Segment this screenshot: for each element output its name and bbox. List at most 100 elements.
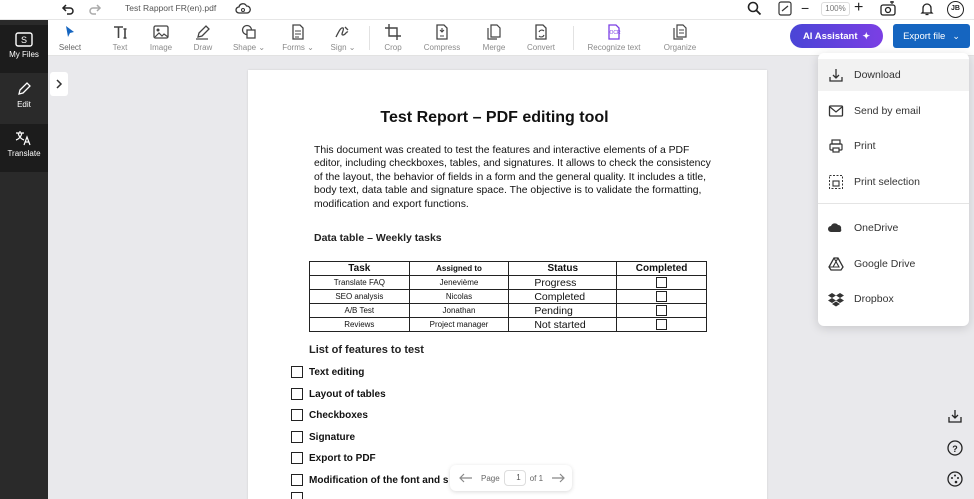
- feature-item[interactable]: Signature: [291, 430, 355, 444]
- feature-checkbox[interactable]: [291, 388, 303, 400]
- files-icon: S: [15, 32, 33, 47]
- menu-item-send-email[interactable]: Send by email: [818, 95, 969, 127]
- feature-checkbox[interactable]: [291, 474, 303, 486]
- tool-convert[interactable]: Convert: [522, 20, 560, 56]
- expand-panel-button[interactable]: [50, 72, 68, 96]
- pdf-page[interactable]: Test Report – PDF editing tool This docu…: [248, 70, 767, 499]
- menu-button[interactable]: [15, 2, 31, 21]
- document-body[interactable]: This document was created to test the fe…: [314, 144, 714, 211]
- task-cell: Reviews: [309, 317, 410, 332]
- undo-icon: [61, 4, 74, 15]
- search-button[interactable]: [747, 1, 762, 21]
- menu-item-print-selection[interactable]: Print selection: [818, 166, 969, 198]
- menu-item-print[interactable]: Print: [818, 130, 969, 162]
- completed-checkbox[interactable]: [656, 277, 668, 288]
- feature-item[interactable]: Export to PDF: [291, 451, 376, 465]
- cloud-sync-button[interactable]: [235, 2, 251, 21]
- feature-checkbox[interactable]: [291, 431, 303, 443]
- menu-item-label: Print selection: [854, 176, 920, 188]
- zoom-out-button[interactable]: −: [801, 0, 809, 16]
- completed-checkbox[interactable]: [656, 319, 668, 330]
- tool-compress[interactable]: Compress: [420, 20, 464, 56]
- image-icon: [153, 25, 169, 39]
- feature-checkbox[interactable]: [291, 409, 303, 421]
- completed-cell: [616, 317, 707, 332]
- cursor-icon: [66, 26, 74, 37]
- onedrive-icon: [828, 223, 842, 232]
- arrow-right-icon[interactable]: [551, 473, 565, 483]
- left-nav: S My Files Edit Translate: [0, 3, 48, 499]
- zoom-in-button[interactable]: +: [854, 0, 863, 17]
- tool-select[interactable]: Select: [56, 20, 84, 56]
- menu-item-google-drive[interactable]: Google Drive: [818, 248, 969, 280]
- feature-checkbox[interactable]: [291, 452, 303, 464]
- feature-item[interactable]: Checkboxes: [291, 408, 368, 422]
- notifications-button[interactable]: [920, 1, 934, 21]
- tool-shape[interactable]: Shape ⌄: [230, 20, 268, 56]
- tool-recognize-text[interactable]: OCR Recognize text: [585, 20, 643, 56]
- feature-item[interactable]: Text editing: [291, 365, 364, 379]
- feature-item[interactable]: Modification of the font and s: [291, 473, 448, 487]
- download-icon: [829, 69, 843, 82]
- tool-text[interactable]: Text: [107, 20, 133, 56]
- tool-draw[interactable]: Draw: [189, 20, 217, 56]
- nav-item-edit[interactable]: Edit: [0, 75, 48, 123]
- email-icon: [828, 105, 844, 117]
- menu-item-download[interactable]: Download: [818, 59, 969, 91]
- download-side-button[interactable]: [944, 405, 966, 427]
- feature-item[interactable]: Layout of tables: [291, 387, 386, 401]
- menu-item-label: Dropbox: [854, 293, 894, 305]
- tool-sign[interactable]: Sign ⌄: [328, 20, 358, 56]
- table-header-row: Task Assigned to Status Completed: [309, 261, 707, 276]
- features-heading[interactable]: List of features to test: [309, 344, 424, 356]
- tool-organize[interactable]: Organize: [660, 20, 700, 56]
- zoom-level[interactable]: 100%: [821, 2, 850, 16]
- hamburger-icon: [16, 3, 30, 15]
- tool-label: Forms ⌄: [282, 43, 314, 52]
- fit-width-button[interactable]: [778, 1, 792, 21]
- sign-icon: [335, 26, 349, 38]
- table-heading[interactable]: Data table – Weekly tasks: [314, 232, 442, 244]
- menu-item-dropbox[interactable]: Dropbox: [818, 283, 969, 315]
- avatar[interactable]: JB: [947, 1, 964, 18]
- nav-item-my-files[interactable]: S My Files: [0, 25, 48, 73]
- nav-item-translate[interactable]: Translate: [0, 124, 48, 172]
- data-table[interactable]: Task Assigned to Status Completed Transl…: [309, 261, 707, 332]
- column-header: Completed: [616, 261, 707, 276]
- completed-checkbox[interactable]: [656, 305, 668, 316]
- page-label: Page: [481, 473, 500, 483]
- arrow-left-icon[interactable]: [459, 473, 473, 483]
- tool-merge[interactable]: Merge: [480, 20, 508, 56]
- feature-item-partial[interactable]: [291, 491, 309, 499]
- tool-label: Crop: [384, 43, 402, 52]
- page-number-input[interactable]: 1: [503, 470, 526, 486]
- assignee-cell: Project manager: [408, 317, 510, 332]
- table-row: Translate FAQ Jenevième Progress: [309, 275, 707, 290]
- crop-icon: [385, 24, 401, 40]
- completed-checkbox[interactable]: [656, 291, 668, 302]
- page-count: of 1: [529, 473, 544, 483]
- svg-text:OCR: OCR: [610, 30, 622, 36]
- svg-text:?: ?: [952, 444, 958, 454]
- tool-label: Compress: [423, 43, 461, 52]
- fit-page-icon: [778, 1, 792, 16]
- ai-assistant-button[interactable]: AI Assistant ✦: [790, 24, 883, 48]
- feature-checkbox[interactable]: [291, 366, 303, 378]
- feature-label: Layout of tables: [309, 388, 386, 400]
- camera-icon: [880, 0, 896, 16]
- appearance-button[interactable]: [944, 468, 966, 490]
- menu-item-onedrive[interactable]: OneDrive: [818, 212, 969, 244]
- redo-icon: [89, 4, 102, 15]
- feature-label: Text editing: [309, 366, 365, 378]
- export-file-button[interactable]: Export file ⌄: [893, 24, 970, 48]
- file-name[interactable]: Test Rapport FR(en).pdf: [125, 3, 216, 13]
- document-title[interactable]: Test Report – PDF editing tool: [248, 109, 741, 127]
- tool-crop[interactable]: Crop: [381, 20, 405, 56]
- capture-button[interactable]: [880, 0, 896, 21]
- tool-image[interactable]: Image: [146, 20, 176, 56]
- help-button[interactable]: ?: [944, 437, 966, 459]
- completed-cell: [616, 275, 707, 290]
- feature-checkbox[interactable]: [291, 492, 303, 499]
- palette-icon: [947, 471, 963, 487]
- tool-forms[interactable]: Forms ⌄: [280, 20, 316, 56]
